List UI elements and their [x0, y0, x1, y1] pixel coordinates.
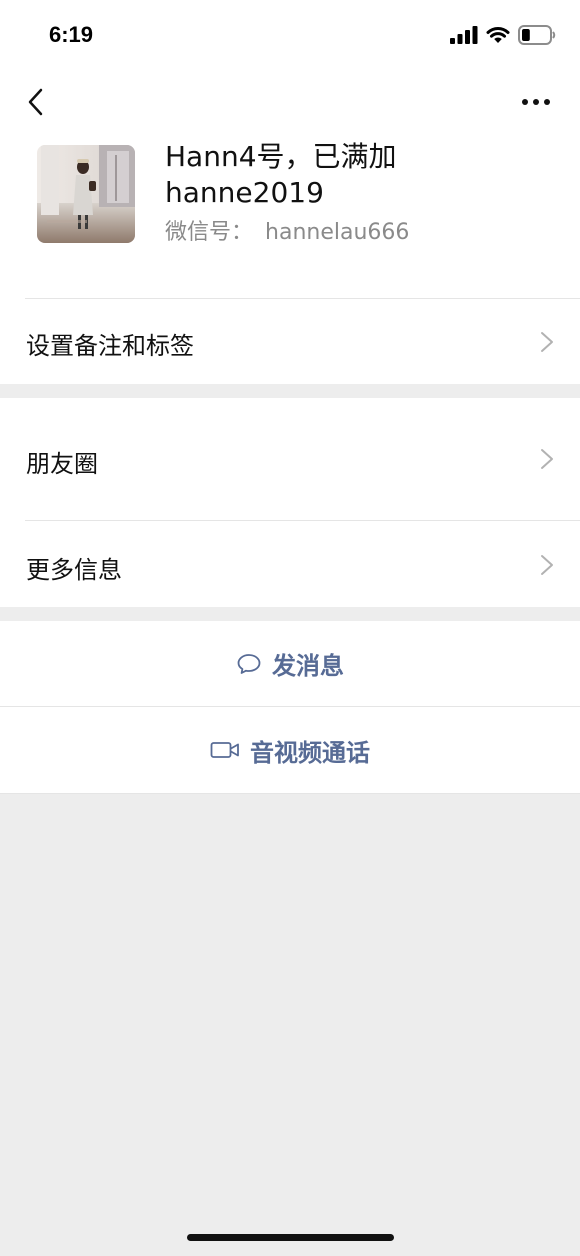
more-dots-icon: [522, 99, 550, 105]
menu-item-label: 朋友圈: [26, 450, 98, 478]
chevron-left-icon: [28, 88, 43, 116]
status-icons: [450, 24, 556, 46]
menu-item-moments[interactable]: 朋友圈: [0, 398, 580, 521]
chat-bubble-icon: [237, 653, 261, 674]
back-button[interactable]: [20, 84, 50, 120]
signal-icon: [450, 26, 478, 44]
profile-name-line-1: Hann4号，已满加: [165, 140, 397, 173]
chevron-right-icon: [541, 332, 553, 352]
menu-item-label: 更多信息: [26, 556, 122, 584]
divider: [0, 793, 580, 794]
send-message-button[interactable]: 发消息: [0, 621, 580, 706]
menu-item-remark-tags[interactable]: 设置备注和标签: [0, 299, 580, 384]
wechat-id-label: 微信号：: [165, 220, 254, 245]
home-indicator[interactable]: [187, 1234, 394, 1241]
profile-name-line-2: hanne2019: [165, 176, 324, 209]
avatar[interactable]: [37, 145, 135, 243]
av-call-button[interactable]: 音视频通话: [0, 707, 580, 793]
wifi-icon: [486, 27, 510, 43]
menu-item-label: 设置备注和标签: [26, 332, 194, 360]
wechat-id-value: hannelau666: [265, 220, 410, 245]
menu-item-more-info[interactable]: 更多信息: [0, 521, 580, 607]
video-camera-icon: [210, 742, 239, 758]
chevron-right-icon: [541, 555, 553, 575]
send-message-label: 发消息: [272, 652, 344, 680]
chevron-right-icon: [541, 449, 553, 469]
wechat-id: 微信号： hannelau666: [165, 218, 409, 248]
av-call-label: 音视频通话: [250, 738, 370, 767]
battery-icon: [518, 25, 556, 45]
more-button[interactable]: [516, 88, 556, 116]
status-time: 6:19: [49, 22, 94, 47]
